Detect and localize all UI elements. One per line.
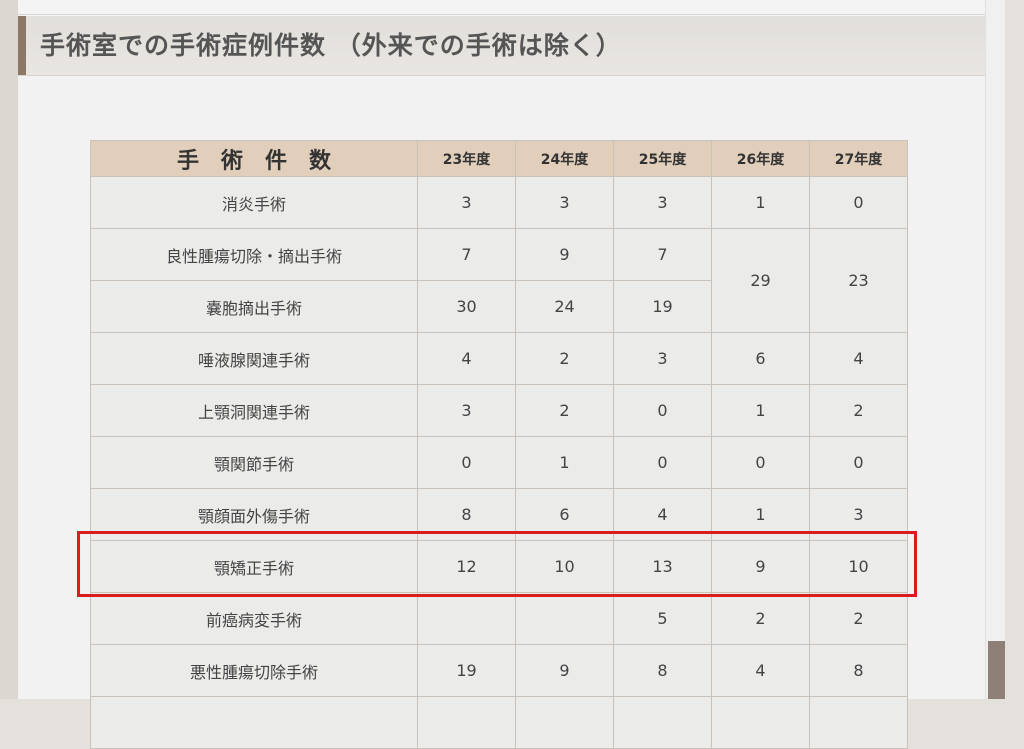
row-label: 顎顔面外傷手術 — [90, 488, 418, 541]
table-cell: 2 — [711, 592, 810, 645]
top-strip — [18, 0, 985, 15]
table-row: 消炎手術 3 3 3 1 0 — [90, 176, 908, 229]
table-cell: 2 — [515, 384, 614, 437]
table-cell: 2 — [809, 592, 908, 645]
table-cell: 2 — [515, 332, 614, 385]
row-label: 嚢胞摘出手術 — [90, 280, 418, 333]
scrollbar-thumb[interactable] — [988, 641, 1005, 699]
table-cell — [515, 592, 614, 645]
table-cell: 1 — [711, 488, 810, 541]
table-cell — [809, 696, 908, 749]
table-cell: 0 — [809, 176, 908, 229]
table-cell: 3 — [809, 488, 908, 541]
header-label: 手術件数 — [90, 140, 418, 177]
table-cell: 30 — [417, 280, 516, 333]
table-cell: 0 — [809, 436, 908, 489]
page-background-right — [1005, 0, 1024, 699]
table-cell: 9 — [515, 644, 614, 697]
table-cell — [417, 696, 516, 749]
section-title: 手術室での手術症例件数 （外来での手術は除く） — [40, 31, 622, 60]
table-cell: 3 — [417, 176, 516, 229]
table-cell: 1 — [711, 384, 810, 437]
table-cell: 3 — [417, 384, 516, 437]
page-background-left — [0, 0, 18, 699]
table-cell: 12 — [417, 540, 516, 593]
header-year: 25年度 — [613, 140, 712, 177]
table-cell: 1 — [515, 436, 614, 489]
table-cell: 19 — [417, 644, 516, 697]
table-cell — [515, 696, 614, 749]
surgery-count-table: 手術件数 23年度 24年度 25年度 26年度 27年度 消炎手術 3 3 3… — [90, 140, 908, 749]
table-cell — [711, 696, 810, 749]
table-cell: 10 — [809, 540, 908, 593]
accent-bar — [18, 16, 26, 75]
header-year: 23年度 — [417, 140, 516, 177]
table-cell: 7 — [417, 228, 516, 281]
table-cell — [613, 696, 712, 749]
table-row: 顎顔面外傷手術 8 6 4 1 3 — [90, 488, 908, 541]
table-cell: 24 — [515, 280, 614, 333]
table-cell: 3 — [613, 176, 712, 229]
row-label: 悪性腫瘍切除手術 — [90, 644, 418, 697]
table-cell: 7 — [613, 228, 712, 281]
table-row-highlighted: 顎矯正手術 12 10 13 9 10 — [90, 540, 908, 593]
table-row: 前癌病変手術 5 2 2 — [90, 592, 908, 645]
table-row: 悪性腫瘍切除手術 19 9 8 4 8 — [90, 644, 908, 697]
table-header-row: 手術件数 23年度 24年度 25年度 26年度 27年度 — [90, 140, 908, 177]
table-cell-merged: 23 — [809, 228, 908, 333]
table-row: 良性腫瘍切除・摘出手術 7 9 7 29 23 — [90, 228, 908, 333]
table-cell — [417, 592, 516, 645]
table-cell: 4 — [417, 332, 516, 385]
table-row — [90, 696, 908, 749]
table-cell: 0 — [613, 384, 712, 437]
table-cell: 4 — [809, 332, 908, 385]
row-label: 顎関節手術 — [90, 436, 418, 489]
table-cell: 1 — [711, 176, 810, 229]
table-cell: 4 — [613, 488, 712, 541]
table-cell: 13 — [613, 540, 712, 593]
row-label: 良性腫瘍切除・摘出手術 — [90, 228, 418, 281]
row-label: 顎矯正手術 — [90, 540, 418, 593]
table-cell: 6 — [711, 332, 810, 385]
header-year: 26年度 — [711, 140, 810, 177]
header-year: 27年度 — [809, 140, 908, 177]
scrollbar-track[interactable] — [985, 0, 1006, 699]
table-cell: 4 — [711, 644, 810, 697]
table-cell: 8 — [417, 488, 516, 541]
table-cell: 8 — [613, 644, 712, 697]
table-cell: 0 — [613, 436, 712, 489]
table-cell-merged: 29 — [711, 228, 810, 333]
table-cell: 2 — [809, 384, 908, 437]
table-cell: 3 — [613, 332, 712, 385]
section-header: 手術室での手術症例件数 （外来での手術は除く） — [18, 16, 985, 76]
table-row: 唾液腺関連手術 4 2 3 6 4 — [90, 332, 908, 385]
table-cell: 3 — [515, 176, 614, 229]
table-cell: 0 — [711, 436, 810, 489]
table-cell: 0 — [417, 436, 516, 489]
table-cell: 8 — [809, 644, 908, 697]
row-label: 唾液腺関連手術 — [90, 332, 418, 385]
table-cell: 9 — [515, 228, 614, 281]
header-year: 24年度 — [515, 140, 614, 177]
row-label: 上顎洞関連手術 — [90, 384, 418, 437]
table-cell: 5 — [613, 592, 712, 645]
table-cell: 19 — [613, 280, 712, 333]
row-label: 前癌病変手術 — [90, 592, 418, 645]
table-cell: 10 — [515, 540, 614, 593]
table-row: 上顎洞関連手術 3 2 0 1 2 — [90, 384, 908, 437]
table-cell: 9 — [711, 540, 810, 593]
table-cell: 6 — [515, 488, 614, 541]
row-label — [90, 696, 418, 749]
row-label: 消炎手術 — [90, 176, 418, 229]
table-row: 顎関節手術 0 1 0 0 0 — [90, 436, 908, 489]
